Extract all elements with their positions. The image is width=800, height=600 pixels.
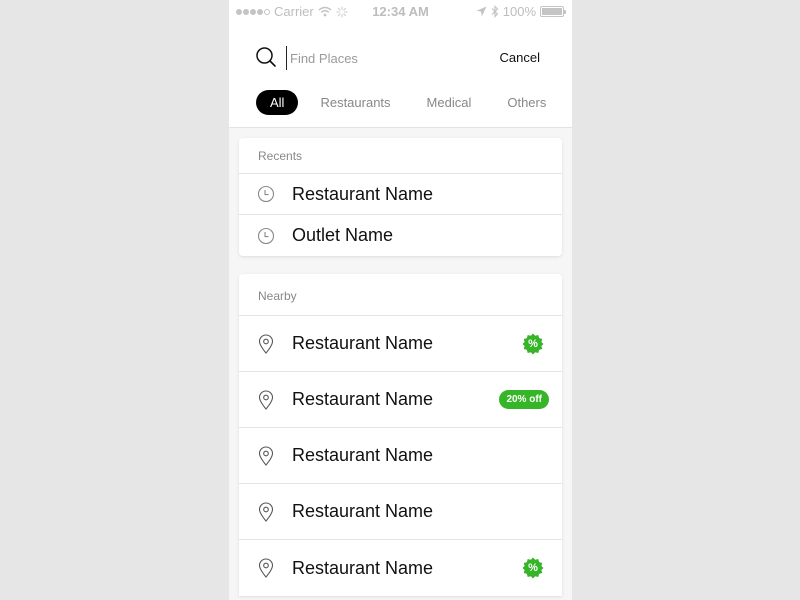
- nearby-card: Nearby Restaurant Name % Restaurant Name…: [239, 274, 562, 596]
- nearby-title: Nearby: [239, 274, 562, 316]
- clock-icon: [257, 184, 275, 204]
- recent-item-label: Outlet Name: [292, 225, 394, 245]
- bluetooth-icon: [491, 5, 499, 18]
- recent-item[interactable]: Outlet Name: [239, 215, 562, 256]
- nearby-item-label: Restaurant Name: [292, 557, 434, 578]
- map-pin-icon: [257, 445, 275, 466]
- map-pin-icon: [257, 333, 275, 354]
- map-pin-icon: [257, 501, 275, 522]
- discount-badge-label: %: [528, 337, 538, 350]
- cancel-button[interactable]: Cancel: [500, 50, 540, 65]
- phone-screen: Carrier 12:34 AM 100% Find Places Cancel…: [229, 0, 572, 600]
- status-bar: Carrier 12:34 AM 100%: [229, 0, 572, 24]
- recent-item[interactable]: Restaurant Name: [239, 174, 562, 215]
- nearby-item-label: Restaurant Name: [292, 501, 434, 521]
- search-icon[interactable]: [255, 46, 277, 68]
- tab-medical[interactable]: Medical: [417, 90, 482, 115]
- map-pin-icon: [257, 389, 275, 410]
- nearby-item-label: Restaurant Name: [292, 389, 434, 409]
- tab-all[interactable]: All: [256, 90, 299, 115]
- battery-percent: 100%: [502, 4, 536, 19]
- battery-icon: [540, 6, 566, 17]
- nearby-item[interactable]: Restaurant Name %: [239, 540, 562, 596]
- clock-icon: [257, 226, 275, 246]
- filter-tabs: All Restaurants Medical Others: [256, 90, 572, 115]
- nearby-item[interactable]: Restaurant Name %: [239, 316, 562, 372]
- nearby-item-label: Restaurant Name: [292, 333, 434, 353]
- offer-badge: 20% off: [499, 390, 549, 409]
- nearby-item[interactable]: Restaurant Name: [239, 428, 562, 484]
- location-arrow-icon: [476, 6, 487, 17]
- search-input[interactable]: [286, 46, 466, 70]
- nearby-item[interactable]: Restaurant Name: [239, 484, 562, 540]
- search-header: Cancel All Restaurants Medical Others: [229, 24, 572, 128]
- discount-badge-label: %: [528, 562, 538, 574]
- recents-title: Recents: [239, 138, 562, 174]
- nearby-item-label: Restaurant Name: [292, 445, 434, 465]
- recent-item-label: Restaurant Name: [292, 183, 434, 204]
- discount-badge-icon: %: [522, 557, 544, 579]
- tab-restaurants[interactable]: Restaurants: [310, 90, 400, 115]
- tab-others[interactable]: Others: [497, 90, 556, 115]
- nearby-item[interactable]: Restaurant Name 20% off: [239, 372, 562, 428]
- map-pin-icon: [257, 558, 275, 578]
- recents-card: Recents Restaurant Name Outlet Name: [239, 138, 562, 256]
- discount-badge-icon: %: [522, 333, 544, 355]
- status-right: 100%: [476, 4, 566, 19]
